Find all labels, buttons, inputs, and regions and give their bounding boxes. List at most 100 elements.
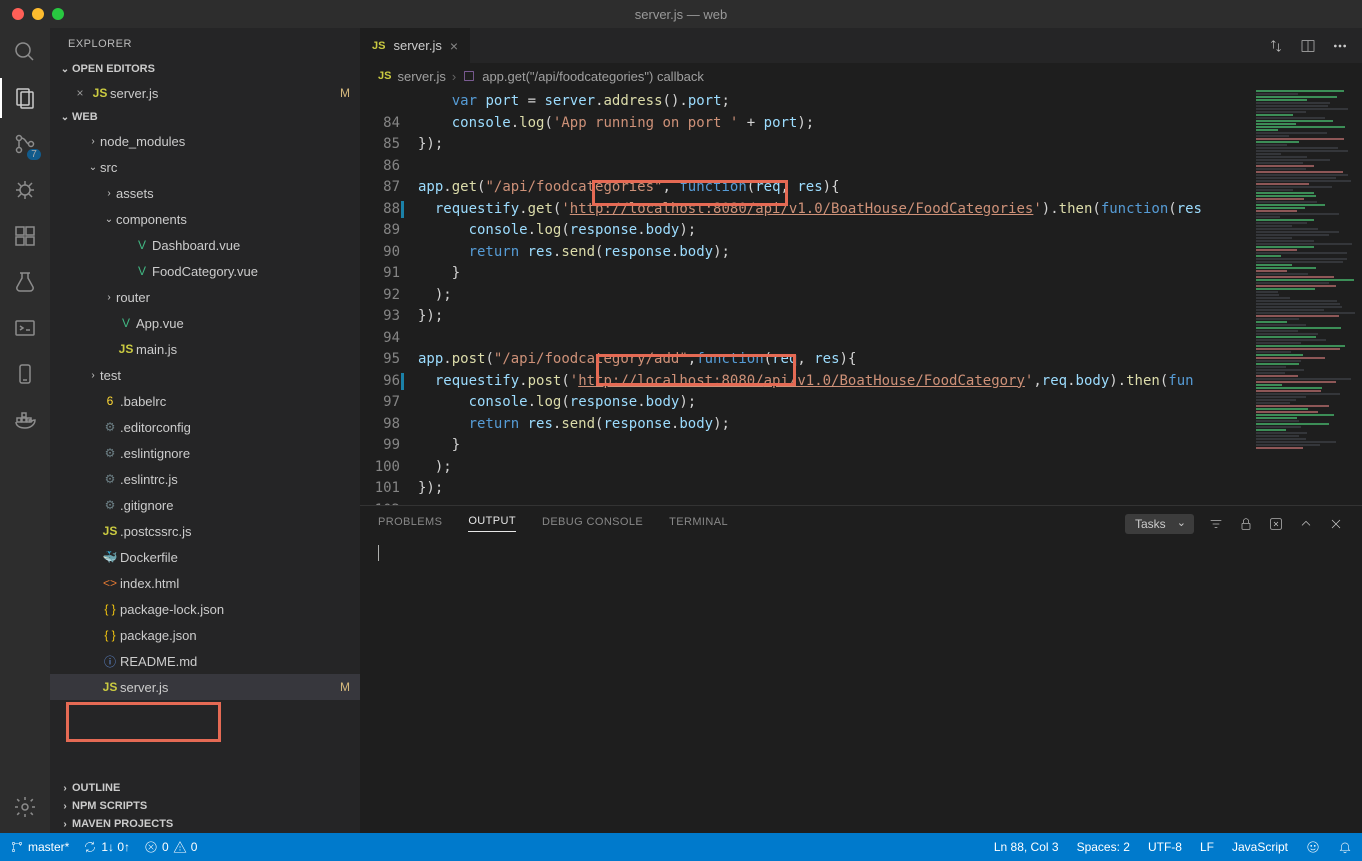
- status-errors[interactable]: 0 0: [144, 840, 197, 854]
- code-content[interactable]: var port = server.address().port; consol…: [418, 89, 1362, 505]
- close-tab-icon[interactable]: ×: [450, 38, 458, 54]
- editor-tab-label: server.js: [393, 38, 441, 53]
- minimize-window-button[interactable]: [32, 8, 44, 20]
- output-panel-body[interactable]: [360, 541, 1362, 833]
- folder-item[interactable]: components: [50, 206, 360, 232]
- chevron-right-icon: [58, 801, 72, 812]
- status-feedback-icon[interactable]: [1306, 840, 1320, 854]
- status-line-col[interactable]: Ln 88, Col 3: [994, 840, 1059, 854]
- breadcrumb-symbol[interactable]: app.get("/api/foodcategories") callback: [482, 69, 704, 84]
- file-item[interactable]: VApp.vue: [50, 310, 360, 336]
- activity-debug-icon[interactable]: [11, 176, 39, 204]
- chevron-down-icon: [58, 112, 72, 123]
- file-item[interactable]: { }package-lock.json: [50, 596, 360, 622]
- html-file-icon: <>: [100, 576, 120, 590]
- split-editor-icon[interactable]: [1300, 38, 1316, 54]
- folder-item[interactable]: router: [50, 284, 360, 310]
- open-editors-list: × JS server.js M: [50, 78, 360, 108]
- chevron-icon: [86, 162, 100, 173]
- close-icon[interactable]: ×: [70, 86, 90, 100]
- close-panel-icon[interactable]: [1328, 516, 1344, 532]
- file-item[interactable]: ⚙.editorconfig: [50, 414, 360, 440]
- activity-settings-icon[interactable]: [11, 793, 39, 821]
- activity-output-icon[interactable]: [11, 314, 39, 342]
- editor-tab[interactable]: JS server.js ×: [360, 28, 471, 63]
- folder-item[interactable]: assets: [50, 180, 360, 206]
- json-file-icon: { }: [100, 602, 120, 616]
- chevron-right-icon: [58, 819, 72, 830]
- status-sync[interactable]: 1↓ 0↑: [83, 840, 130, 854]
- chevron-icon: [102, 292, 116, 303]
- activity-scm-icon[interactable]: 7: [11, 130, 39, 158]
- section-outline[interactable]: OUTLINE: [50, 779, 360, 797]
- close-window-button[interactable]: [12, 8, 24, 20]
- minimap[interactable]: [1252, 89, 1362, 505]
- js-file-icon: JS: [372, 40, 385, 52]
- section-maven[interactable]: MAVEN PROJECTS: [50, 815, 360, 833]
- file-item[interactable]: JS.postcssrc.js: [50, 518, 360, 544]
- file-item[interactable]: ⚙.gitignore: [50, 492, 360, 518]
- window-controls: [0, 8, 64, 20]
- file-item[interactable]: 🐳Dockerfile: [50, 544, 360, 570]
- code-editor[interactable]: 8485868788899091929394959697989910010110…: [360, 89, 1362, 505]
- modified-badge: M: [340, 680, 350, 694]
- js-file-icon: JS: [116, 342, 136, 356]
- scm-badge: 7: [27, 149, 41, 160]
- filter-icon[interactable]: [1208, 516, 1224, 532]
- maximize-window-button[interactable]: [52, 8, 64, 20]
- panel-tab-output[interactable]: OUTPUT: [468, 515, 516, 532]
- status-branch[interactable]: master*: [10, 840, 69, 854]
- file-item[interactable]: ⓘREADME.md: [50, 648, 360, 674]
- folder-item[interactable]: node_modules: [50, 128, 360, 154]
- activity-explorer-icon[interactable]: [11, 84, 39, 112]
- activity-extensions-icon[interactable]: [11, 222, 39, 250]
- item-label: FoodCategory.vue: [152, 264, 350, 279]
- lock-scroll-icon[interactable]: [1238, 516, 1254, 532]
- item-label: node_modules: [100, 134, 350, 149]
- activity-testing-icon[interactable]: [11, 268, 39, 296]
- folder-item[interactable]: src: [50, 154, 360, 180]
- status-bell-icon[interactable]: [1338, 840, 1352, 854]
- item-label: Dashboard.vue: [152, 238, 350, 253]
- maximize-panel-icon[interactable]: [1298, 516, 1314, 532]
- bottom-panel: PROBLEMS OUTPUT DEBUG CONSOLE TERMINAL T…: [360, 505, 1362, 833]
- status-indent[interactable]: Spaces: 2: [1077, 840, 1130, 854]
- item-label: README.md: [120, 654, 350, 669]
- output-channel-select[interactable]: Tasks: [1125, 514, 1194, 534]
- file-item[interactable]: <>index.html: [50, 570, 360, 596]
- chevron-right-icon: [58, 783, 72, 794]
- panel-tab-terminal[interactable]: TERMINAL: [669, 516, 728, 532]
- item-label: package.json: [120, 628, 350, 643]
- section-open-editors[interactable]: OPEN EDITORS: [50, 60, 360, 78]
- file-item[interactable]: JSserver.jsM: [50, 674, 360, 700]
- open-editor-item[interactable]: × JS server.js M: [50, 80, 360, 106]
- section-npm-scripts[interactable]: NPM SCRIPTS: [50, 797, 360, 815]
- chevron-icon: [86, 136, 100, 147]
- status-eol[interactable]: LF: [1200, 840, 1214, 854]
- config-file-icon: ⚙: [100, 420, 120, 434]
- status-encoding[interactable]: UTF-8: [1148, 840, 1182, 854]
- section-folder[interactable]: WEB: [50, 108, 360, 126]
- file-item[interactable]: JSmain.js: [50, 336, 360, 362]
- item-label: index.html: [120, 576, 350, 591]
- file-item[interactable]: VDashboard.vue: [50, 232, 360, 258]
- editor-tab-actions: [1268, 28, 1362, 63]
- file-item[interactable]: ⚙.eslintrc.js: [50, 466, 360, 492]
- folder-item[interactable]: test: [50, 362, 360, 388]
- file-item[interactable]: 6.babelrc: [50, 388, 360, 414]
- compare-changes-icon[interactable]: [1268, 38, 1284, 54]
- activity-search-icon[interactable]: [11, 38, 39, 66]
- file-item[interactable]: ⚙.eslintignore: [50, 440, 360, 466]
- file-item[interactable]: VFoodCategory.vue: [50, 258, 360, 284]
- activity-device-icon[interactable]: [11, 360, 39, 388]
- file-item[interactable]: { }package.json: [50, 622, 360, 648]
- panel-tab-problems[interactable]: PROBLEMS: [378, 516, 442, 532]
- status-language[interactable]: JavaScript: [1232, 840, 1288, 854]
- activity-docker-icon[interactable]: [11, 406, 39, 434]
- breadcrumb-file[interactable]: server.js: [397, 69, 445, 84]
- open-editor-filename: server.js: [110, 86, 340, 101]
- more-actions-icon[interactable]: [1332, 38, 1348, 54]
- clear-output-icon[interactable]: [1268, 516, 1284, 532]
- breadcrumbs[interactable]: JS server.js › app.get("/api/foodcategor…: [360, 63, 1362, 89]
- panel-tab-debug[interactable]: DEBUG CONSOLE: [542, 516, 643, 532]
